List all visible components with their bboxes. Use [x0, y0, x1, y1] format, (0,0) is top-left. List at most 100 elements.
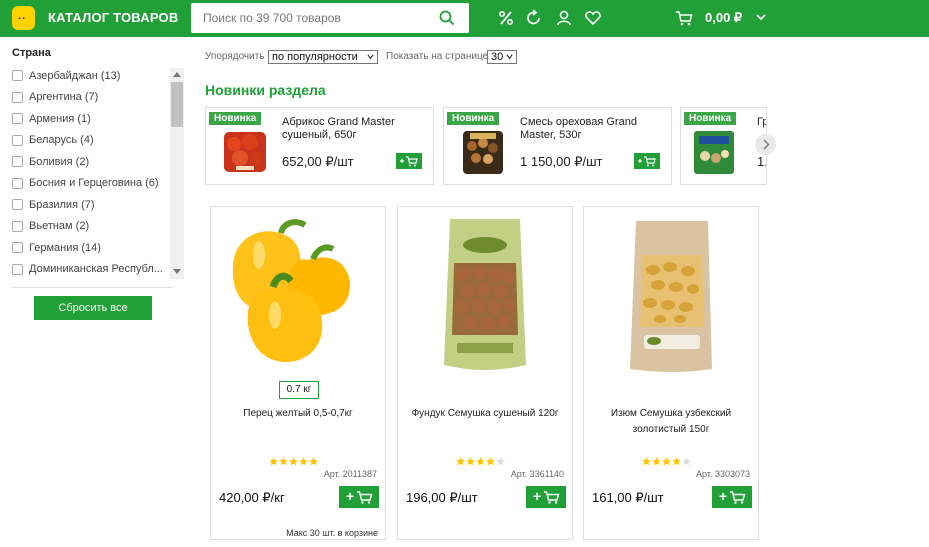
per-page-select[interactable]: 30: [487, 50, 517, 64]
filter-item[interactable]: Армения (1): [12, 108, 172, 130]
user-icon[interactable]: [555, 9, 573, 27]
catalog-button[interactable]: КАТАЛОГ ТОВАРОВ: [48, 10, 178, 25]
star-icon: [279, 457, 288, 466]
product-card[interactable]: Фундук Семушка сушеный 120г Арт. 3361140…: [397, 206, 573, 540]
weight-option[interactable]: 0.7 кг: [279, 381, 319, 399]
rating-stars: [269, 457, 318, 466]
cart-icon[interactable]: [675, 9, 693, 27]
filter-item[interactable]: Аргентина (7): [12, 87, 172, 109]
cart-total[interactable]: 0,00 ₽: [705, 10, 742, 26]
filter-list: Азербайджан (13) Аргентина (7) Армения (…: [12, 65, 172, 277]
checkbox[interactable]: [12, 134, 23, 146]
sort-label: Упорядочить: [205, 51, 265, 62]
logo[interactable]: [12, 6, 35, 30]
product-card[interactable]: Изюм Семушка узбекский золотистый 150г А…: [583, 206, 759, 540]
checkbox[interactable]: [12, 220, 23, 232]
product-image: [224, 132, 266, 172]
star-icon: [289, 457, 298, 466]
new-product-card[interactable]: Новинка Абрикос Grand Master сушеный, 65…: [205, 107, 434, 185]
product-name[interactable]: Абрикос Grand Master сушеный, 650г: [282, 116, 412, 142]
percent-icon[interactable]: [497, 9, 515, 27]
cart-icon: [544, 491, 560, 504]
product-name[interactable]: Гр...: [757, 116, 766, 129]
per-page-label: Показать на странице: [386, 51, 489, 62]
star-icon: [662, 457, 671, 466]
sort-select[interactable]: по популярности: [268, 50, 378, 64]
product-image: [232, 219, 351, 363]
star-icon: [466, 457, 475, 466]
scroll-thumb[interactable]: [171, 82, 183, 127]
star-icon: [456, 457, 465, 466]
checkbox[interactable]: [12, 156, 23, 168]
chevron-down-icon: [506, 54, 513, 60]
product-price: 161,00 ₽/шт: [592, 490, 664, 505]
new-product-card[interactable]: Новинка Смесь ореховая Grand Master, 530…: [443, 107, 672, 185]
add-to-cart-button[interactable]: +: [712, 486, 752, 508]
rating-stars: [642, 457, 691, 466]
checkbox[interactable]: [12, 70, 23, 82]
star-icon: [309, 457, 318, 466]
add-to-cart-button[interactable]: +: [526, 486, 566, 508]
scroll-up-icon[interactable]: [173, 71, 181, 77]
product-name[interactable]: Смесь ореховая Grand Master, 530г: [520, 116, 650, 142]
scroll-down-icon[interactable]: [173, 269, 181, 275]
checkbox[interactable]: [12, 263, 23, 275]
filter-item[interactable]: Беларусь (4): [12, 130, 172, 152]
checkbox[interactable]: [12, 242, 23, 254]
checkbox[interactable]: [12, 91, 23, 103]
checkbox[interactable]: [12, 113, 23, 125]
new-product-card[interactable]: Новинка Гр... 1...: [680, 107, 767, 185]
section-title: Новинки раздела: [205, 82, 326, 98]
product-price: 196,00 ₽/шт: [406, 490, 478, 505]
star-icon: [486, 457, 495, 466]
star-icon: [682, 457, 691, 466]
new-badge: Новинка: [209, 112, 262, 125]
search-icon[interactable]: [439, 10, 455, 26]
heart-icon[interactable]: [584, 9, 602, 27]
cart-icon: [400, 156, 418, 167]
country-filter: Страна Азербайджан (13) Аргентина (7) Ар…: [12, 47, 184, 279]
product-image: [694, 131, 734, 174]
cart-icon: [357, 491, 373, 504]
star-icon: [269, 457, 278, 466]
filter-item[interactable]: Азербайджан (13): [12, 65, 172, 87]
carousel-next-button[interactable]: [755, 134, 776, 155]
star-icon: [652, 457, 661, 466]
filter-item[interactable]: Доминиканская Республ...: [12, 259, 172, 278]
search-input[interactable]: [191, 3, 431, 33]
cart-icon: [730, 491, 746, 504]
add-to-cart-button[interactable]: +: [339, 486, 379, 508]
filter-item[interactable]: Германия (14): [12, 237, 172, 259]
max-quantity-note: Макс 30 шт. в корзине: [286, 528, 378, 538]
product-image: [444, 219, 526, 370]
product-name[interactable]: Фундук Семушка сушеный 120г: [406, 406, 564, 422]
product-name[interactable]: Перец желтый 0,5-0,7кг: [219, 406, 377, 422]
article-number: Арт. 3361140: [510, 469, 564, 479]
product-name[interactable]: Изюм Семушка узбекский золотистый 150г: [592, 406, 750, 438]
new-badge: Новинка: [447, 112, 500, 125]
checkbox[interactable]: [12, 177, 23, 189]
add-to-cart-button[interactable]: [396, 153, 422, 169]
filter-item[interactable]: Бразилия (7): [12, 194, 172, 216]
top-header: КАТАЛОГ ТОВАРОВ 0,00 ₽: [0, 0, 929, 37]
star-icon: [476, 457, 485, 466]
divider: [12, 287, 173, 288]
chevron-down-icon[interactable]: [754, 10, 768, 24]
cart-icon: [638, 156, 656, 167]
product-image: [463, 131, 503, 174]
product-card[interactable]: 0.7 кг Перец желтый 0,5-0,7кг Арт. 20113…: [210, 206, 386, 540]
star-icon: [672, 457, 681, 466]
reset-all-button[interactable]: Сбросить все: [34, 296, 152, 320]
filter-item[interactable]: Боливия (2): [12, 151, 172, 173]
product-price: 1 150,00 ₽/шт: [520, 154, 603, 169]
article-number: Арт. 3303073: [696, 469, 750, 479]
filter-item[interactable]: Вьетнам (2): [12, 216, 172, 238]
star-icon: [299, 457, 308, 466]
filter-scrollbar[interactable]: [170, 68, 184, 279]
new-badge: Новинка: [684, 112, 737, 125]
refresh-icon[interactable]: [525, 9, 543, 27]
checkbox[interactable]: [12, 199, 23, 211]
product-image: [630, 221, 712, 372]
add-to-cart-button[interactable]: [634, 153, 660, 169]
filter-item[interactable]: Босния и Герцеговина (6): [12, 173, 172, 195]
